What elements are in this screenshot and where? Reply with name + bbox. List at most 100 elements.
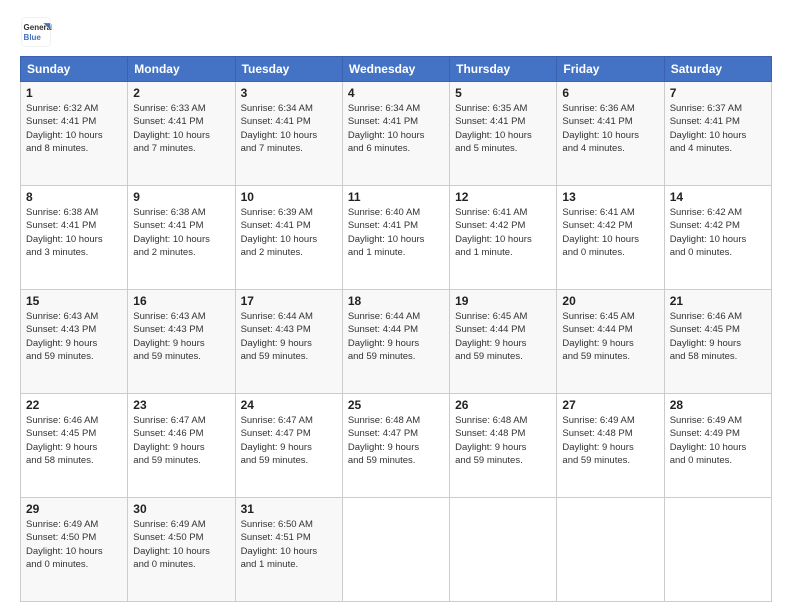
- daylight-hours: Daylight: 9 hours: [670, 337, 766, 350]
- day-info: Sunrise: 6:49 AMSunset: 4:48 PMDaylight:…: [562, 414, 658, 467]
- day-info: Sunrise: 6:45 AMSunset: 4:44 PMDaylight:…: [455, 310, 551, 363]
- day-info: Sunrise: 6:38 AMSunset: 4:41 PMDaylight:…: [133, 206, 229, 259]
- daylight-hours: Daylight: 10 hours: [562, 233, 658, 246]
- calendar-cell: [664, 498, 771, 602]
- calendar-cell: 26 Sunrise: 6:48 AMSunset: 4:48 PMDayligh…: [450, 394, 557, 498]
- calendar-cell: 14 Sunrise: 6:42 AMSunset: 4:42 PMDayligh…: [664, 186, 771, 290]
- day-number: 28: [670, 398, 766, 412]
- day-number: 4: [348, 86, 444, 100]
- day-number: 24: [241, 398, 337, 412]
- daylight-hours: Daylight: 10 hours: [133, 233, 229, 246]
- day-info: Sunrise: 6:42 AMSunset: 4:42 PMDaylight:…: [670, 206, 766, 259]
- day-info: Sunrise: 6:32 AMSunset: 4:41 PMDaylight:…: [26, 102, 122, 155]
- calendar-header-tuesday: Tuesday: [235, 57, 342, 82]
- day-info: Sunrise: 6:34 AMSunset: 4:41 PMDaylight:…: [241, 102, 337, 155]
- calendar-cell: 27Sunrise: 6:49 AMSunset: 4:48 PMDayligh…: [557, 394, 664, 498]
- calendar-cell: 28 Sunrise: 6:49 AMSunset: 4:49 PMDayligh…: [664, 394, 771, 498]
- calendar-cell: 6Sunrise: 6:36 AMSunset: 4:41 PMDaylight…: [557, 82, 664, 186]
- calendar-cell: 9Sunrise: 6:38 AMSunset: 4:41 PMDaylight…: [128, 186, 235, 290]
- day-info: Sunrise: 6:46 AMSunset: 4:45 PMDaylight:…: [670, 310, 766, 363]
- day-info: Sunrise: 6:43 AMSunset: 4:43 PMDaylight:…: [26, 310, 122, 363]
- day-info: Sunrise: 6:39 AMSunset: 4:41 PMDaylight:…: [241, 206, 337, 259]
- day-number: 19: [455, 294, 551, 308]
- calendar-cell: 8Sunrise: 6:38 AMSunset: 4:41 PMDaylight…: [21, 186, 128, 290]
- daylight-hours: Daylight: 10 hours: [241, 233, 337, 246]
- calendar-cell: 29 Sunrise: 6:49 AMSunset: 4:50 PMDayligh…: [21, 498, 128, 602]
- daylight-hours: Daylight: 10 hours: [26, 233, 122, 246]
- day-number: 30: [133, 502, 229, 516]
- day-number: 15: [26, 294, 122, 308]
- day-number: 6: [562, 86, 658, 100]
- daylight-hours: Daylight: 9 hours: [455, 337, 551, 350]
- day-number: 2: [133, 86, 229, 100]
- day-info: Sunrise: 6:37 AMSunset: 4:41 PMDaylight:…: [670, 102, 766, 155]
- daylight-hours: Daylight: 9 hours: [348, 441, 444, 454]
- calendar-cell: 20Sunrise: 6:45 AMSunset: 4:44 PMDayligh…: [557, 290, 664, 394]
- calendar-cell: [450, 498, 557, 602]
- day-number: 29: [26, 502, 122, 516]
- calendar-cell: 23 Sunrise: 6:47 AMSunset: 4:46 PMDayligh…: [128, 394, 235, 498]
- daylight-hours: Daylight: 10 hours: [670, 233, 766, 246]
- day-number: 8: [26, 190, 122, 204]
- day-info: Sunrise: 6:35 AMSunset: 4:41 PMDaylight:…: [455, 102, 551, 155]
- daylight-hours: Daylight: 9 hours: [348, 337, 444, 350]
- calendar-cell: 3Sunrise: 6:34 AMSunset: 4:41 PMDaylight…: [235, 82, 342, 186]
- day-number: 25: [348, 398, 444, 412]
- calendar-cell: 10Sunrise: 6:39 AMSunset: 4:41 PMDayligh…: [235, 186, 342, 290]
- daylight-hours: Daylight: 9 hours: [562, 441, 658, 454]
- calendar-cell: 13Sunrise: 6:41 AMSunset: 4:42 PMDayligh…: [557, 186, 664, 290]
- calendar-cell: 16 Sunrise: 6:43 AMSunset: 4:43 PMDayligh…: [128, 290, 235, 394]
- day-info: Sunrise: 6:50 AMSunset: 4:51 PMDaylight:…: [241, 518, 337, 571]
- daylight-hours: Daylight: 10 hours: [241, 545, 337, 558]
- logo: General Blue: [20, 16, 56, 48]
- day-number: 23: [133, 398, 229, 412]
- day-info: Sunrise: 6:49 AMSunset: 4:50 PMDaylight:…: [133, 518, 229, 571]
- daylight-hours: Daylight: 9 hours: [133, 441, 229, 454]
- calendar-cell: 31Sunrise: 6:50 AMSunset: 4:51 PMDayligh…: [235, 498, 342, 602]
- daylight-hours: Daylight: 9 hours: [455, 441, 551, 454]
- calendar-header-monday: Monday: [128, 57, 235, 82]
- day-number: 16: [133, 294, 229, 308]
- header: General Blue: [20, 16, 772, 48]
- day-info: Sunrise: 6:49 AMSunset: 4:50 PMDaylight:…: [26, 518, 122, 571]
- calendar-header-thursday: Thursday: [450, 57, 557, 82]
- day-info: Sunrise: 6:47 AMSunset: 4:46 PMDaylight:…: [133, 414, 229, 467]
- day-info: Sunrise: 6:33 AMSunset: 4:41 PMDaylight:…: [133, 102, 229, 155]
- day-info: Sunrise: 6:43 AMSunset: 4:43 PMDaylight:…: [133, 310, 229, 363]
- daylight-hours: Daylight: 10 hours: [455, 129, 551, 142]
- calendar-week-2: 8 Sunrise: 6:38 AMSunset: 4:41 PMDaylight…: [21, 186, 772, 290]
- calendar-week-4: 22Sunrise: 6:46 AMSunset: 4:45 PMDayligh…: [21, 394, 772, 498]
- daylight-hours: Daylight: 9 hours: [133, 337, 229, 350]
- day-info: Sunrise: 6:34 AMSunset: 4:41 PMDaylight:…: [348, 102, 444, 155]
- day-number: 21: [670, 294, 766, 308]
- daylight-hours: Daylight: 9 hours: [26, 441, 122, 454]
- daylight-hours: Daylight: 9 hours: [562, 337, 658, 350]
- day-number: 22: [26, 398, 122, 412]
- daylight-hours: Daylight: 10 hours: [241, 129, 337, 142]
- calendar-header-saturday: Saturday: [664, 57, 771, 82]
- day-info: Sunrise: 6:48 AMSunset: 4:47 PMDaylight:…: [348, 414, 444, 467]
- daylight-hours: Daylight: 10 hours: [670, 441, 766, 454]
- day-info: Sunrise: 6:48 AMSunset: 4:48 PMDaylight:…: [455, 414, 551, 467]
- day-number: 17: [241, 294, 337, 308]
- day-number: 7: [670, 86, 766, 100]
- day-info: Sunrise: 6:49 AMSunset: 4:49 PMDaylight:…: [670, 414, 766, 467]
- day-info: Sunrise: 6:44 AMSunset: 4:43 PMDaylight:…: [241, 310, 337, 363]
- calendar-cell: 2 Sunrise: 6:33 AMSunset: 4:41 PMDaylight…: [128, 82, 235, 186]
- day-number: 26: [455, 398, 551, 412]
- calendar-table: SundayMondayTuesdayWednesdayThursdayFrid…: [20, 56, 772, 602]
- calendar-week-1: 1Sunrise: 6:32 AMSunset: 4:41 PMDaylight…: [21, 82, 772, 186]
- day-number: 18: [348, 294, 444, 308]
- calendar-cell: 24Sunrise: 6:47 AMSunset: 4:47 PMDayligh…: [235, 394, 342, 498]
- logo-icon: General Blue: [20, 16, 52, 48]
- calendar-cell: 12Sunrise: 6:41 AMSunset: 4:42 PMDayligh…: [450, 186, 557, 290]
- day-number: 14: [670, 190, 766, 204]
- calendar-cell: 11Sunrise: 6:40 AMSunset: 4:41 PMDayligh…: [342, 186, 449, 290]
- calendar-header-wednesday: Wednesday: [342, 57, 449, 82]
- calendar-cell: 30 Sunrise: 6:49 AMSunset: 4:50 PMDayligh…: [128, 498, 235, 602]
- daylight-hours: Daylight: 9 hours: [241, 441, 337, 454]
- calendar-cell: 1Sunrise: 6:32 AMSunset: 4:41 PMDaylight…: [21, 82, 128, 186]
- day-info: Sunrise: 6:45 AMSunset: 4:44 PMDaylight:…: [562, 310, 658, 363]
- daylight-hours: Daylight: 10 hours: [670, 129, 766, 142]
- calendar-cell: 21 Sunrise: 6:46 AMSunset: 4:45 PMDayligh…: [664, 290, 771, 394]
